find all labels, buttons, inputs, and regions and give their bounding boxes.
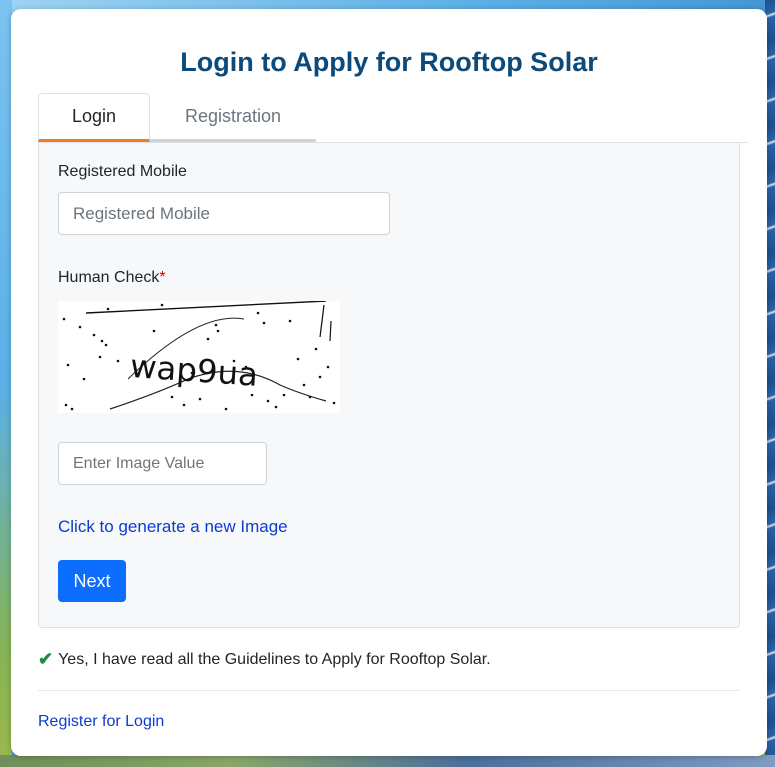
human-check-label-text: Human Check [58, 269, 160, 286]
required-asterisk: * [159, 269, 166, 286]
divider [38, 690, 740, 691]
login-card: Login to Apply for Rooftop Solar Login R… [11, 9, 767, 756]
register-for-login-link[interactable]: Register for Login [38, 713, 164, 731]
captcha-text: wap9ua [129, 347, 259, 394]
tab-login[interactable]: Login [38, 93, 150, 142]
mobile-label: Registered Mobile [58, 163, 187, 180]
tab-bar: Login Registration [38, 93, 748, 143]
guidelines-confirmation: ✔ Yes, I have read all the Guidelines to… [38, 649, 491, 670]
generate-new-image-link[interactable]: Click to generate a new Image [58, 517, 288, 537]
guidelines-text: Yes, I have read all the Guidelines to A… [58, 650, 491, 668]
login-form-panel: Registered Mobile Human Check* wap9ua [38, 142, 740, 628]
human-check-label: Human Check* [58, 269, 166, 287]
tab-registration[interactable]: Registration [150, 93, 316, 142]
page-title: Login to Apply for Rooftop Solar [180, 47, 598, 77]
mobile-input[interactable] [58, 192, 390, 235]
check-icon: ✔ [38, 649, 54, 669]
next-button[interactable]: Next [58, 560, 126, 602]
background-bottom-strip [0, 755, 775, 767]
captcha-image: wap9ua [58, 300, 340, 413]
captcha-input[interactable] [58, 442, 267, 485]
